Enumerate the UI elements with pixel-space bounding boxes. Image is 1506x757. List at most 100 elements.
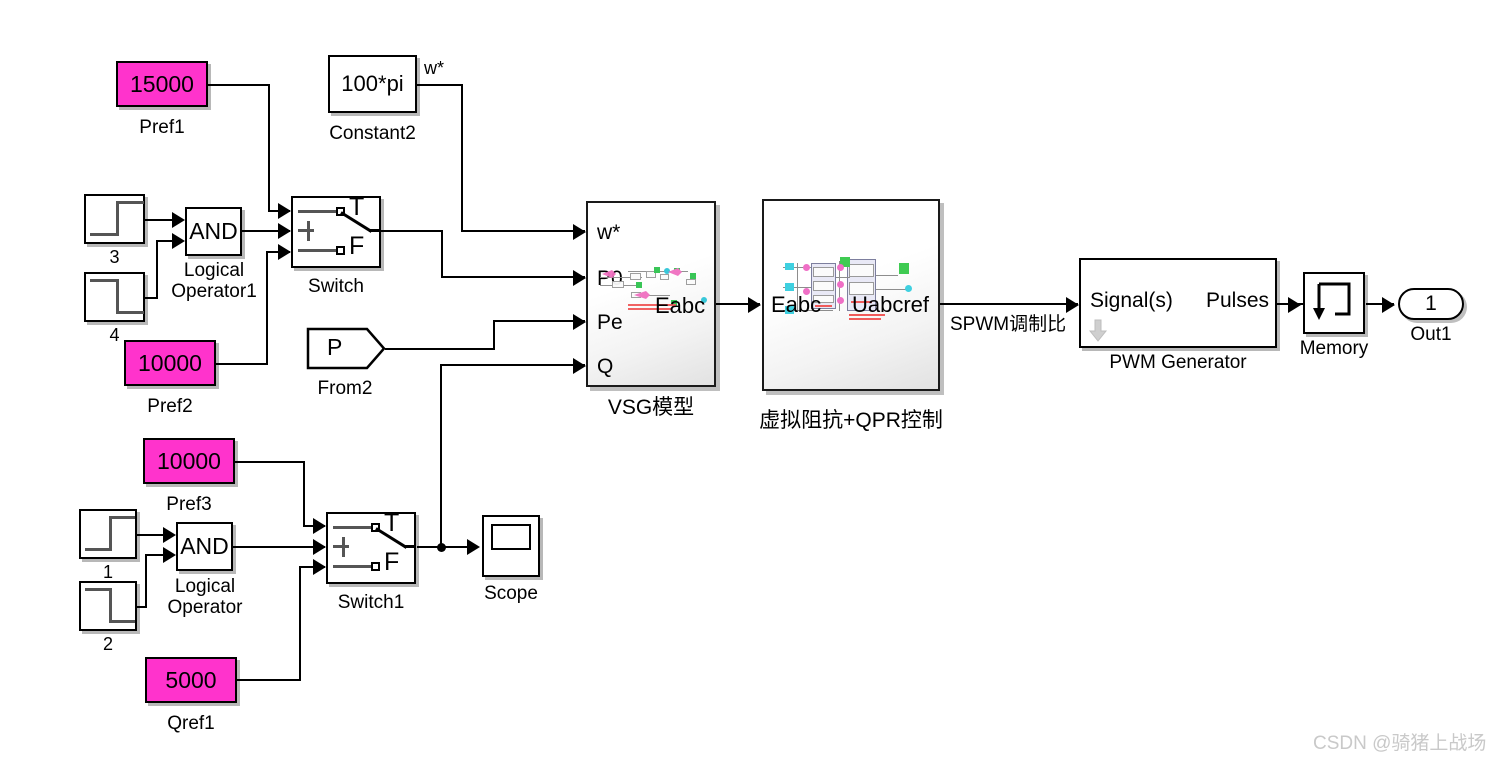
vsg-output-eabc: Eabc <box>655 293 706 318</box>
step3-high-seg <box>116 201 144 204</box>
logical-operator1-block[interactable]: AND <box>185 207 242 256</box>
switch-ctrl-marker-h <box>298 229 314 232</box>
from2-shape <box>306 327 386 370</box>
switch1-block[interactable]: T F <box>326 509 416 584</box>
switch-f-square <box>336 246 345 255</box>
switch1-f-line <box>333 565 373 568</box>
arrow-switch1-t-in <box>313 518 326 534</box>
wire-qpr-to-pwm <box>940 303 1078 305</box>
constant2-label: Constant2 <box>329 123 416 144</box>
wire-pref2-up <box>266 252 268 365</box>
wire-pref2-right <box>216 363 268 365</box>
switch-block[interactable]: T F <box>291 193 381 268</box>
preview-line <box>876 289 906 290</box>
pwm-down-arrow-icon <box>1089 319 1108 342</box>
logical-operator-op: AND <box>180 533 229 559</box>
preview-magenta-dot <box>803 264 810 271</box>
pref2-label: Pref2 <box>147 396 193 417</box>
arrow-out1-in <box>1382 297 1395 313</box>
step-block-1[interactable] <box>79 509 137 559</box>
arrow-pwm-in <box>1066 297 1079 313</box>
memory-label: Memory <box>1299 338 1369 359</box>
arrow-and-in1 <box>163 527 176 543</box>
pwm-output-label: Pulses <box>1206 289 1270 312</box>
qpr-subsystem-block[interactable]: Eabc Uabcref <box>762 199 940 391</box>
step4-fall-seg <box>116 279 119 314</box>
qpr-label: 虚拟阻抗+QPR控制 <box>759 409 943 432</box>
switch-out-stub <box>369 229 381 232</box>
from-block-from2[interactable]: P <box>305 326 387 371</box>
arrow-vsg-wstar <box>573 224 586 240</box>
pwm-generator-block[interactable]: Signal(s) Pulses <box>1079 258 1277 348</box>
wire-pref3-right <box>235 461 305 463</box>
wire-switch-out <box>381 230 443 232</box>
step2-high-seg <box>85 588 111 591</box>
step4-high-seg <box>90 279 118 282</box>
wire-step4-up <box>156 241 158 298</box>
logical-operator-label-line2: Operator <box>167 597 243 619</box>
scope-screen <box>491 524 531 550</box>
out1-value: 1 <box>1425 292 1437 315</box>
wire-pref1-right <box>208 84 270 86</box>
constant-block-pref2[interactable]: 10000 <box>124 340 216 386</box>
csdn-watermark: CSDN @骑猪上战场 <box>1313 733 1487 754</box>
step3-low-seg <box>90 233 118 236</box>
wire-const2-to-vsg <box>461 230 585 232</box>
preview-cyan-square <box>785 283 794 291</box>
qref1-label: Qref1 <box>167 713 215 734</box>
preview-green-square <box>899 263 909 274</box>
wire-from2-up <box>493 321 495 350</box>
step1-label: 1 <box>102 562 113 582</box>
wire-const2-down <box>461 84 463 232</box>
constant-block-pref1[interactable]: 15000 <box>116 61 208 107</box>
wire-step2-up <box>145 555 147 607</box>
outport-block-out1[interactable]: 1 <box>1398 288 1464 320</box>
step1-low-seg <box>85 548 111 551</box>
constant-block-qref1[interactable]: 5000 <box>145 657 237 703</box>
wire-from2-to-pe <box>493 320 585 322</box>
signal-label-wstar: w* <box>424 58 445 78</box>
arrow-switch1-f-in <box>313 559 326 575</box>
wire-switch-to-p0 <box>441 276 585 278</box>
step2-fall-seg <box>109 588 112 623</box>
scope-label: Scope <box>484 583 538 604</box>
pwm-input-label: Signal(s) <box>1090 289 1173 312</box>
arrow-switch-t-in <box>278 203 291 219</box>
from2-label: From2 <box>317 378 373 399</box>
scope-block[interactable] <box>482 515 540 577</box>
step-block-4[interactable] <box>84 272 145 322</box>
wire-qref1-up <box>299 567 301 681</box>
constant-block-constant2[interactable]: 100*pi <box>328 55 417 113</box>
switch1-label: Switch1 <box>337 592 405 613</box>
arrow-scope-in <box>467 539 480 555</box>
switch-label: Switch <box>308 276 364 297</box>
switch1-ctrl-marker-h <box>333 545 349 548</box>
logical-operator1-label: Logical Operator1 <box>155 260 273 303</box>
arrow-switch-ctrl <box>278 223 291 239</box>
logical-operator-block[interactable]: AND <box>176 522 233 571</box>
wire-q-branch <box>440 364 585 366</box>
vsg-subsystem-block[interactable]: w* P0 Pe Q Eabc <box>586 201 716 387</box>
arrow-vsg-q <box>573 358 586 374</box>
preview-line <box>876 275 898 276</box>
vsg-input-q: Q <box>597 355 614 378</box>
memory-block[interactable] <box>1303 272 1365 334</box>
wire-switch1-up <box>440 365 442 547</box>
preview-red-text <box>849 318 881 320</box>
qref1-value: 5000 <box>165 666 217 693</box>
switch-f-line <box>298 249 338 252</box>
step2-low-seg <box>109 620 135 623</box>
step-block-2[interactable] <box>79 581 137 631</box>
step3-rise-seg <box>116 201 119 236</box>
switch1-f-text: F <box>384 548 400 576</box>
constant2-value: 100*pi <box>341 71 404 96</box>
arrow-and-in2 <box>163 547 176 563</box>
from2-tag: P <box>327 334 343 360</box>
qpr-output-uabcref: Uabcref <box>852 292 930 317</box>
constant-block-pref3[interactable]: 10000 <box>143 438 235 484</box>
logical-operator-label: Logical Operator <box>146 576 264 619</box>
step4-low-seg <box>116 311 144 314</box>
switch-f-text: F <box>349 232 365 260</box>
step-block-3[interactable] <box>84 194 145 244</box>
preview-box <box>813 267 834 277</box>
